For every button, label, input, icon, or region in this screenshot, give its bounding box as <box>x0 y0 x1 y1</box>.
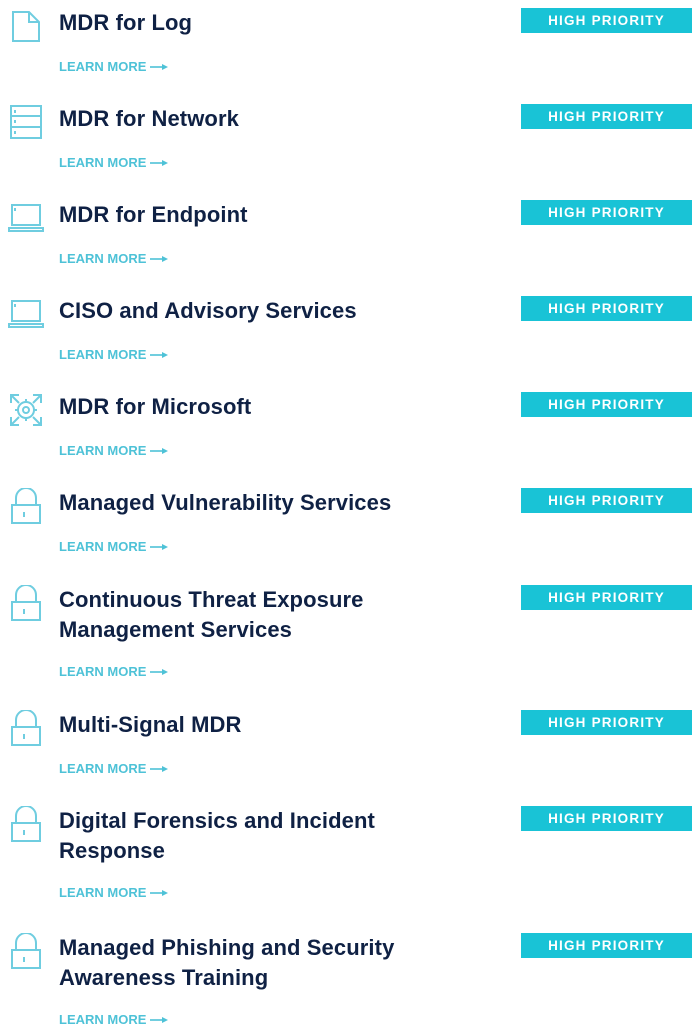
padlock-icon <box>8 933 44 969</box>
learn-more-link[interactable]: LEARN MORE <box>59 761 169 777</box>
arrow-right-icon <box>150 159 169 166</box>
service-title[interactable]: MDR for Microsoft <box>59 392 459 422</box>
arrow-right-icon <box>150 351 169 358</box>
padlock-icon <box>8 488 44 524</box>
service-title[interactable]: Multi-Signal MDR <box>59 710 459 740</box>
learn-more-label: LEARN MORE <box>59 251 147 266</box>
gear-target-icon <box>8 392 44 428</box>
learn-more-link[interactable]: LEARN MORE <box>59 155 169 171</box>
priority-badge: HIGH PRIORITY <box>521 585 692 610</box>
service-title[interactable]: MDR for Log <box>59 8 459 38</box>
learn-more-link[interactable]: LEARN MORE <box>59 1012 169 1028</box>
arrow-right-icon <box>150 765 169 772</box>
learn-more-label: LEARN MORE <box>59 885 147 900</box>
document-icon <box>8 8 44 44</box>
learn-more-link[interactable]: LEARN MORE <box>59 664 169 680</box>
learn-more-label: LEARN MORE <box>59 761 147 776</box>
priority-badge: HIGH PRIORITY <box>521 296 692 321</box>
learn-more-label: LEARN MORE <box>59 155 147 170</box>
padlock-icon <box>8 585 44 621</box>
learn-more-link[interactable]: LEARN MORE <box>59 59 169 75</box>
learn-more-label: LEARN MORE <box>59 347 147 362</box>
arrow-right-icon <box>150 447 169 454</box>
priority-badge: HIGH PRIORITY <box>521 200 692 225</box>
learn-more-link[interactable]: LEARN MORE <box>59 539 169 555</box>
service-title[interactable]: Digital Forensics and Incident Response <box>59 806 459 866</box>
priority-badge: HIGH PRIORITY <box>521 488 692 513</box>
arrow-right-icon <box>150 543 169 550</box>
learn-more-link[interactable]: LEARN MORE <box>59 347 169 363</box>
priority-badge: HIGH PRIORITY <box>521 806 692 831</box>
arrow-right-icon <box>150 63 169 70</box>
padlock-icon <box>8 710 44 746</box>
priority-badge: HIGH PRIORITY <box>521 710 692 735</box>
priority-badge: HIGH PRIORITY <box>521 104 692 129</box>
arrow-right-icon <box>150 1016 169 1023</box>
server-stack-icon <box>8 104 44 140</box>
priority-badge: HIGH PRIORITY <box>521 8 692 33</box>
learn-more-label: LEARN MORE <box>59 664 147 679</box>
learn-more-label: LEARN MORE <box>59 59 147 74</box>
arrow-right-icon <box>150 255 169 262</box>
service-title[interactable]: Managed Phishing and Security Awareness … <box>59 933 459 993</box>
laptop-icon <box>8 200 44 236</box>
learn-more-label: LEARN MORE <box>59 443 147 458</box>
priority-badge: HIGH PRIORITY <box>521 392 692 417</box>
learn-more-link[interactable]: LEARN MORE <box>59 885 169 901</box>
padlock-icon <box>8 806 44 842</box>
learn-more-link[interactable]: LEARN MORE <box>59 443 169 459</box>
learn-more-label: LEARN MORE <box>59 1012 147 1027</box>
service-title[interactable]: CISO and Advisory Services <box>59 296 459 326</box>
arrow-right-icon <box>150 889 169 896</box>
service-title[interactable]: Continuous Threat Exposure Management Se… <box>59 585 459 645</box>
learn-more-label: LEARN MORE <box>59 539 147 554</box>
arrow-right-icon <box>150 668 169 675</box>
service-title[interactable]: MDR for Network <box>59 104 459 134</box>
laptop-icon <box>8 296 44 332</box>
learn-more-link[interactable]: LEARN MORE <box>59 251 169 267</box>
service-title[interactable]: Managed Vulnerability Services <box>59 488 459 518</box>
priority-badge: HIGH PRIORITY <box>521 933 692 958</box>
service-title[interactable]: MDR for Endpoint <box>59 200 459 230</box>
